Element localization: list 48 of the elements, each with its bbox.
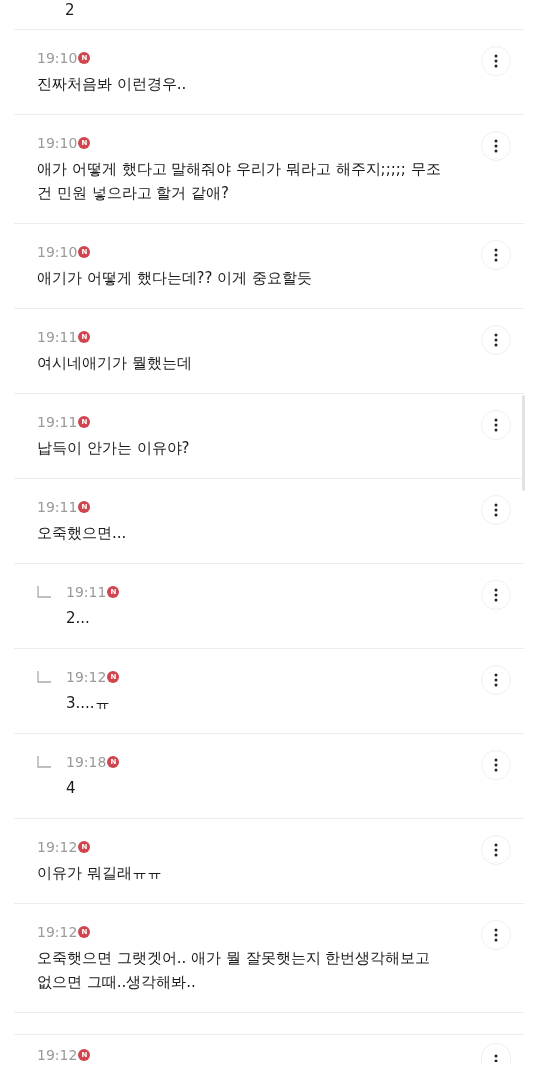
comment-time: 19:11 — [37, 329, 78, 345]
more-icon — [494, 843, 498, 857]
more-options-button[interactable] — [481, 665, 511, 695]
more-options-button[interactable] — [481, 750, 511, 780]
comment-text: 2... — [66, 608, 91, 629]
more-icon — [494, 588, 498, 602]
more-icon — [494, 139, 498, 153]
comment-text: 여시네애기가 뭘했는데 — [37, 353, 193, 374]
comment-time: 19:12 — [66, 669, 107, 685]
more-icon — [494, 248, 498, 262]
more-options-button[interactable] — [481, 495, 511, 525]
comment-text: 애가 어떻게 했다고 말해줘야 우리가 뭐라고 해주지;;;;; 무조건 민원 넣으라고 할거 같애? — [37, 159, 442, 204]
more-options-button[interactable] — [481, 131, 511, 161]
more-icon — [494, 333, 498, 347]
comment-time: 19:10 — [37, 244, 78, 260]
comment-text: 오죽햇으면 그랫겟어.. 애가 뭘 잘못햇는지 한번생각해보고 없으면 그때..생각해봐.. — [37, 948, 432, 993]
more-icon — [494, 673, 498, 687]
comment-time: 19:11 — [37, 499, 78, 515]
more-icon — [494, 928, 498, 942]
more-icon — [494, 54, 498, 68]
more-icon — [494, 1054, 498, 1062]
comment-text: 3....ㅠ — [66, 693, 111, 714]
comment-text: 4 — [66, 778, 77, 799]
more-icon — [494, 758, 498, 772]
comment-time: 19:10 — [37, 50, 78, 66]
more-options-button[interactable] — [481, 240, 511, 270]
comment-text: 2 — [65, 3, 75, 17]
comment-time: 19:12 — [37, 924, 78, 940]
comment-text: 애기가 어떻게 했다는데?? 이게 중요할듯 — [37, 268, 313, 289]
comment-time: 19:12 — [37, 1047, 78, 1063]
more-options-button[interactable] — [481, 410, 511, 440]
comment-time: 19:11 — [66, 584, 107, 600]
comment-text: 이유가 뭐길래ㅠㅠ — [37, 863, 163, 884]
comment-time: 19:12 — [37, 839, 78, 855]
comment-text: 오죽했으면... — [37, 523, 128, 544]
more-options-button[interactable] — [481, 46, 511, 76]
comment-time: 19:11 — [37, 414, 78, 430]
more-icon — [494, 418, 498, 432]
more-options-button[interactable] — [481, 1043, 511, 1065]
more-options-button[interactable] — [481, 835, 511, 865]
comment-time: 19:18 — [66, 754, 107, 770]
more-options-button[interactable] — [481, 580, 511, 610]
more-options-button[interactable] — [481, 920, 511, 950]
comment-text: 납득이 안가는 이유야? — [37, 438, 191, 459]
more-icon — [494, 503, 498, 517]
more-options-button[interactable] — [481, 325, 511, 355]
comment-time: 19:10 — [37, 135, 78, 151]
comment-text: 진짜처음봐 이런경우.. — [37, 74, 188, 95]
